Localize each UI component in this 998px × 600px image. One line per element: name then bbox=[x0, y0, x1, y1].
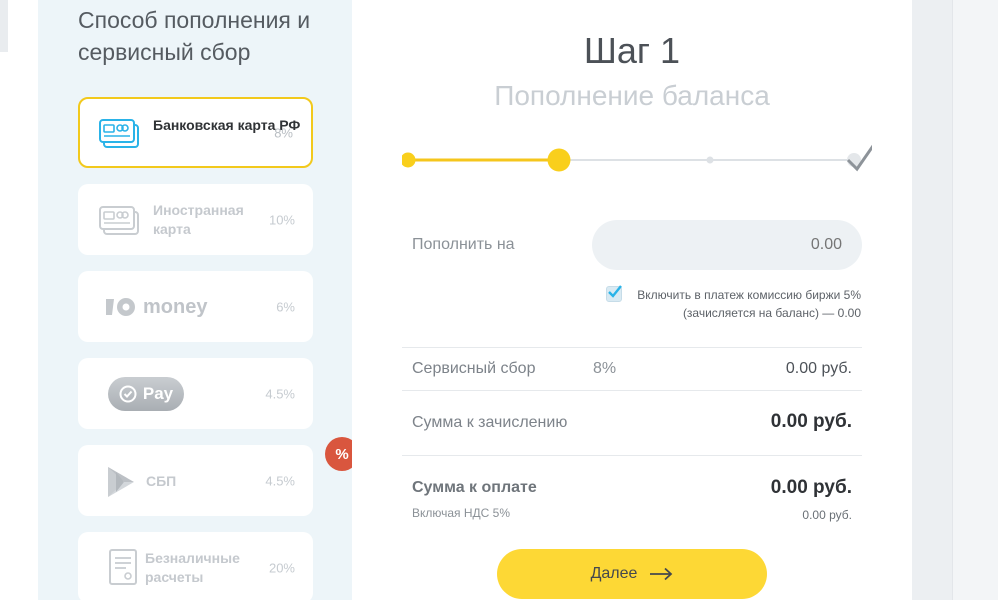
method-cashless[interactable]: Безналичные расчеты 20% bbox=[78, 532, 313, 600]
credit-value: 0.00 руб. bbox=[770, 411, 852, 432]
method-label: money bbox=[143, 296, 208, 318]
step-dot-2 bbox=[547, 148, 571, 172]
method-label: Pay bbox=[142, 384, 174, 403]
include-fee-label: Включить в платеж комиссию биржи 5% (зач… bbox=[637, 288, 861, 320]
method-pay[interactable]: Pay 4.5% bbox=[78, 358, 313, 429]
yoomoney-logo-icon bbox=[106, 298, 135, 316]
method-foreign-card[interactable]: Иностранная карта 10% bbox=[78, 184, 313, 255]
vat-value: 0.00 руб. bbox=[802, 508, 852, 522]
left-gutter bbox=[0, 0, 38, 600]
method-bank-card-rf[interactable]: Банковская карта РФ 8% bbox=[78, 97, 313, 168]
vat-label: Включая НДС 5% bbox=[412, 506, 511, 520]
method-percent: 10% bbox=[268, 212, 295, 227]
method-percent: 4.5% bbox=[265, 386, 295, 401]
sidebar-title: Способ пополнения и сервисный сбор bbox=[78, 7, 311, 65]
check-circle-icon bbox=[119, 385, 137, 403]
payment-method-sidebar: Способ пополнения и сервисный сбор Банко… bbox=[38, 0, 359, 600]
method-sbp[interactable]: СБП 4.5% bbox=[78, 445, 313, 516]
pay-logo: Pay bbox=[108, 377, 184, 411]
method-label: Безналичные расчеты bbox=[145, 550, 240, 585]
service-fee-label: Сервисный сбор bbox=[412, 360, 536, 377]
include-fee-checkbox[interactable] bbox=[606, 285, 622, 302]
method-percent: 4.5% bbox=[265, 473, 295, 488]
method-label: СБП bbox=[146, 473, 177, 489]
bank-card-icon bbox=[99, 119, 139, 148]
right-gutter bbox=[912, 0, 998, 600]
method-percent: 20% bbox=[268, 560, 295, 575]
checkbox-check-icon bbox=[608, 285, 622, 298]
next-button-label: Далее bbox=[590, 565, 638, 582]
divider bbox=[402, 390, 862, 391]
service-fee-value: 0.00 руб. bbox=[785, 360, 852, 377]
divider bbox=[402, 455, 862, 456]
next-button[interactable]: Далее bbox=[497, 549, 767, 599]
step-title: Шаг 1 bbox=[583, 30, 681, 71]
foreign-card-icon bbox=[99, 206, 139, 235]
topup-panel: Шаг 1 Пополнение баланса Пополнить на Вк… bbox=[352, 0, 912, 600]
topup-amount-input[interactable] bbox=[592, 220, 862, 270]
pay-label: Сумма к оплате bbox=[412, 479, 537, 496]
divider bbox=[402, 347, 862, 348]
topup-label: Пополнить на bbox=[412, 236, 515, 253]
pay-value: 0.00 руб. bbox=[770, 477, 852, 498]
arrow-right-icon bbox=[650, 567, 673, 581]
step-progress bbox=[402, 144, 872, 172]
method-percent: 8% bbox=[274, 125, 293, 140]
document-icon bbox=[109, 549, 137, 585]
step-subtitle: Пополнение баланса bbox=[494, 80, 770, 111]
sbp-logo-icon bbox=[108, 467, 134, 497]
service-fee-percent: 8% bbox=[593, 360, 617, 377]
method-percent: 6% bbox=[276, 299, 295, 314]
step-dot-1 bbox=[402, 152, 416, 168]
method-label: Иностранная карта bbox=[153, 202, 244, 237]
credit-label: Сумма к зачислению bbox=[412, 414, 568, 431]
method-yoomoney[interactable]: money 6% bbox=[78, 271, 313, 342]
step-dot-3 bbox=[706, 156, 714, 164]
